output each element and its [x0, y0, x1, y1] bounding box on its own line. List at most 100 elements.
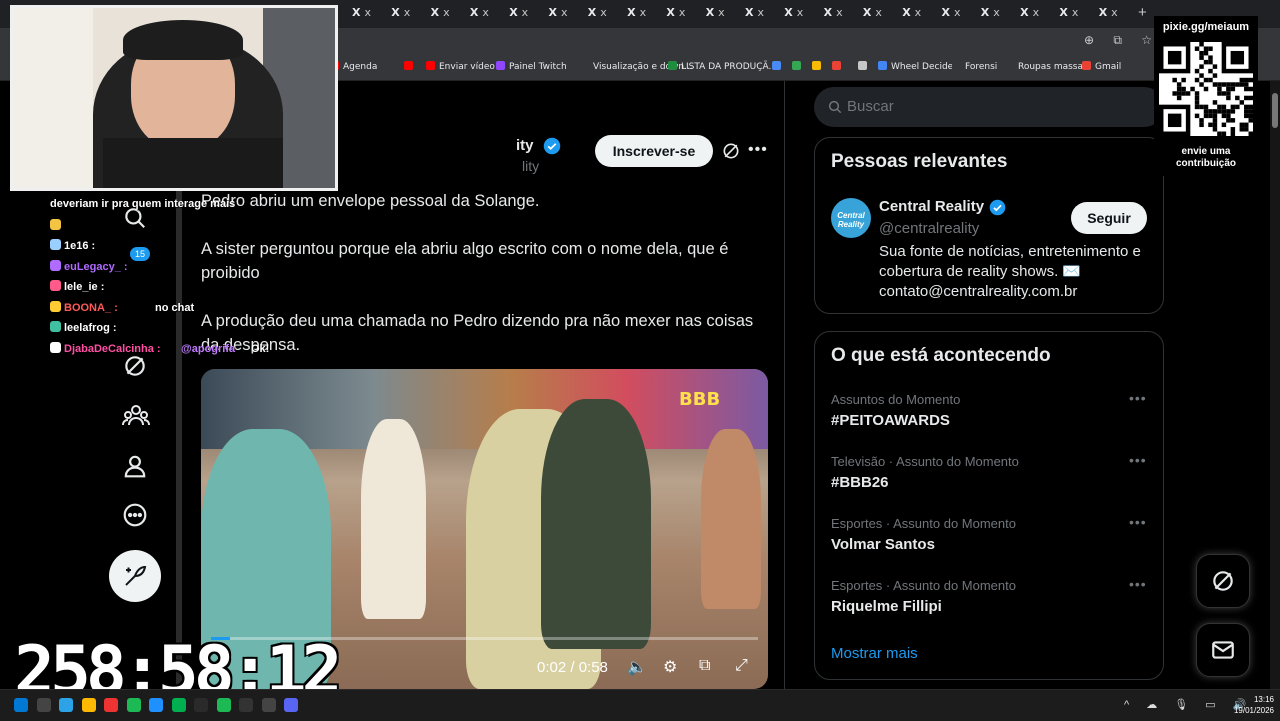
grok-floating-button[interactable] [1196, 554, 1250, 608]
scrollbar-thumb[interactable] [1272, 93, 1278, 128]
post-more-icon[interactable]: ••• [748, 141, 768, 159]
tab-close-icon[interactable]: x [1111, 6, 1118, 19]
tab-close-icon[interactable]: x [797, 6, 804, 19]
tab-close-icon[interactable]: x [482, 6, 489, 19]
taskbar-app-icon[interactable] [171, 698, 186, 712]
trend-more-icon[interactable]: ••• [1129, 576, 1147, 592]
communities-nav-icon[interactable] [122, 402, 150, 430]
show-more-link[interactable]: Mostrar mais [831, 645, 918, 662]
taskbar-app-icon[interactable] [284, 698, 298, 712]
messages-floating-button[interactable] [1196, 623, 1250, 677]
taskbar-app-icon[interactable] [194, 698, 208, 712]
tab-close-icon[interactable]: x [404, 6, 411, 19]
trend-title[interactable]: #PEITOAWARDS [831, 412, 950, 429]
tab-close-icon[interactable]: x [443, 6, 450, 19]
grok-icon[interactable] [721, 141, 741, 166]
bookmark-item[interactable]: Gmail [1082, 61, 1121, 72]
taskbar-app-icon[interactable] [81, 698, 96, 712]
tab-close-icon[interactable]: x [1072, 6, 1079, 19]
trend-more-icon[interactable]: ••• [1129, 514, 1147, 530]
taskbar-app-icon[interactable] [36, 698, 51, 712]
search-input[interactable]: Buscar [814, 87, 1164, 127]
taskbar-app-icon[interactable] [239, 698, 253, 712]
browser-tab[interactable]: Xx [706, 6, 742, 22]
grok-nav-icon[interactable] [122, 353, 150, 381]
post-button[interactable] [109, 550, 161, 602]
browser-tab[interactable]: Xx [666, 6, 702, 22]
subscribe-button[interactable]: Inscrever-se [595, 135, 713, 167]
bookmark-favicon-icon[interactable] [832, 61, 845, 72]
browser-tab[interactable]: Xx [1020, 6, 1056, 22]
trend-title[interactable]: Volmar Santos [831, 536, 935, 553]
settings-icon[interactable]: ⚙ [663, 657, 677, 677]
taskbar-app-icon[interactable] [59, 698, 73, 712]
browser-tab[interactable]: Xx [627, 6, 663, 22]
bookmark-item[interactable] [404, 61, 417, 72]
tab-close-icon[interactable]: x [757, 6, 764, 19]
donation-qr-overlay: pixie.gg/meiaum envie uma contribuição [1154, 16, 1258, 176]
browser-tab[interactable]: Xx [784, 6, 820, 22]
browser-tab[interactable]: Xx [391, 6, 427, 22]
tab-close-icon[interactable]: x [875, 6, 882, 19]
fullscreen-icon[interactable]: ⤢ [735, 657, 748, 675]
taskbar-app-icon[interactable] [14, 698, 28, 712]
taskbar-app-icon[interactable] [216, 698, 231, 712]
bookmark-favicon-icon[interactable] [792, 61, 805, 72]
bookmark-favicon-icon[interactable] [858, 61, 871, 72]
bookmark-item[interactable]: Forensi [952, 61, 997, 72]
browser-tab[interactable]: Xx [352, 6, 388, 22]
tab-close-icon[interactable]: x [836, 6, 843, 19]
profile-nav-icon[interactable] [122, 453, 150, 481]
browser-tab[interactable]: Xx [902, 6, 938, 22]
browser-tab[interactable]: Xx [824, 6, 860, 22]
follow-button[interactable]: Seguir [1071, 202, 1147, 234]
picture-in-picture-icon[interactable]: ⧉ [699, 657, 710, 675]
taskbar-app-icon[interactable] [104, 698, 118, 712]
browser-tab[interactable]: Xx [549, 6, 585, 22]
tab-close-icon[interactable]: x [954, 6, 961, 19]
bookmark-favicon-icon[interactable] [772, 61, 785, 72]
browser-tab[interactable]: Xx [470, 6, 506, 22]
tab-close-icon[interactable]: x [679, 6, 686, 19]
tab-close-icon[interactable]: x [600, 6, 607, 19]
tab-close-icon[interactable]: x [561, 6, 568, 19]
bookmark-item[interactable]: Wheel Decide [878, 61, 953, 72]
page-scrollbar[interactable] [1270, 81, 1280, 689]
bookmark-item[interactable]: LISTA DA PRODUÇÃ... [668, 61, 777, 72]
browser-tab[interactable]: Xx [981, 6, 1017, 22]
bookmark-item[interactable]: Roupas massa [1005, 61, 1083, 72]
trend-title[interactable]: Riquelme Fillipi [831, 598, 942, 615]
avatar[interactable]: Central Reality [831, 198, 871, 238]
more-nav-icon[interactable] [122, 502, 150, 530]
browser-tab[interactable]: Xx [745, 6, 781, 22]
tab-close-icon[interactable]: x [915, 6, 922, 19]
trend-title[interactable]: #BBB26 [831, 474, 889, 491]
profile-name[interactable]: ity [516, 137, 534, 154]
toolbar-icons[interactable]: ⊕ ⧉ ☆ [1084, 33, 1160, 48]
taskbar-app-icon[interactable] [149, 698, 163, 712]
new-tab-button[interactable]: + [1138, 4, 1147, 21]
tab-close-icon[interactable]: x [640, 6, 647, 19]
taskbar-clock[interactable]: 13:16 19/01/2026 [1222, 694, 1274, 716]
tab-close-icon[interactable]: x [1033, 6, 1040, 19]
taskbar-app-icon[interactable] [261, 698, 276, 712]
bookmark-item[interactable]: Enviar vídeo [426, 61, 495, 72]
tab-close-icon[interactable]: x [522, 6, 529, 19]
bookmark-favicon-icon[interactable] [812, 61, 825, 72]
browser-tab[interactable]: Xx [942, 6, 978, 22]
taskbar-app-icon[interactable] [126, 698, 141, 712]
browser-tab[interactable]: Xx [509, 6, 545, 22]
browser-tab[interactable]: Xx [431, 6, 467, 22]
browser-tab[interactable]: Xx [588, 6, 624, 22]
volume-icon[interactable]: 🔈 [627, 657, 647, 677]
trend-more-icon[interactable]: ••• [1129, 390, 1147, 406]
bookmark-item[interactable]: Painel Twitch [496, 61, 567, 72]
tab-close-icon[interactable]: x [718, 6, 725, 19]
browser-tab[interactable]: Xx [863, 6, 899, 22]
account-name[interactable]: Central Reality [879, 198, 984, 215]
trend-more-icon[interactable]: ••• [1129, 452, 1147, 468]
tab-close-icon[interactable]: x [364, 6, 371, 19]
tab-close-icon[interactable]: x [993, 6, 1000, 19]
browser-tab[interactable]: Xx [1099, 6, 1135, 22]
browser-tab[interactable]: Xx [1059, 6, 1095, 22]
